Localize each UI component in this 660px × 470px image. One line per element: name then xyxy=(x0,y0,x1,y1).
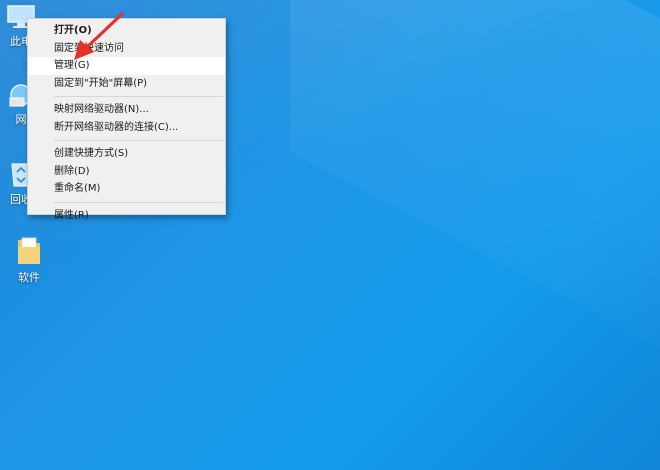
menu-item-map-network-drive[interactable]: 映射网络驱动器(N)... xyxy=(28,101,225,119)
menu-item-properties[interactable]: 属性(R) xyxy=(28,207,225,225)
menu-separator xyxy=(54,140,223,141)
menu-separator xyxy=(54,96,223,97)
desktop-icon-software-folder[interactable]: 软件 xyxy=(4,236,54,285)
menu-item-rename[interactable]: 重命名(M) xyxy=(28,180,225,198)
menu-item-disconnect-network-drive[interactable]: 断开网络驱动器的连接(C)... xyxy=(28,119,225,137)
wallpaper-light-beam xyxy=(290,0,660,429)
folder-icon xyxy=(18,237,40,264)
desktop-icon-label: 网 xyxy=(15,113,27,126)
menu-item-pin-start[interactable]: 固定到"开始"屏幕(P) xyxy=(28,75,225,93)
menu-item-delete[interactable]: 删除(D) xyxy=(28,163,225,181)
annotation-arrow-icon xyxy=(74,12,124,60)
menu-item-create-shortcut[interactable]: 创建快捷方式(S) xyxy=(28,145,225,163)
menu-separator xyxy=(54,201,223,203)
desktop-icon-label: 软件 xyxy=(18,271,40,284)
